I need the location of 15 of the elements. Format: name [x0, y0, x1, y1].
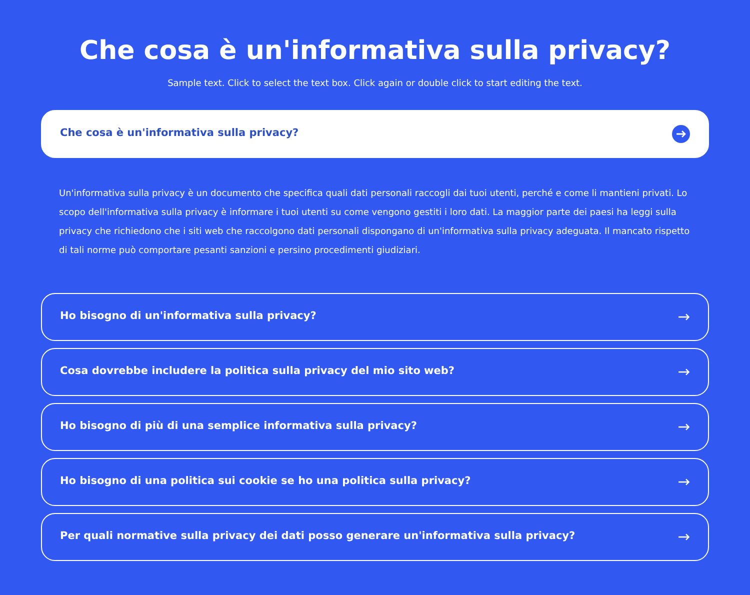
faq-question[interactable]: Per quali normative sulla privacy dei dati posso generare un'informativa sulla privacy?	[41, 512, 709, 560]
page-title: Che cosa è un'informativa sulla privacy?	[80, 35, 670, 68]
faq-answer: Un'informativa sulla privacy è un documento che specifica quali dati personali raccogli dai tuoi utenti, perché e come li mantieni privati. Lo scopo dell'informativa sulla privacy è informare i tuoi utenti su come vengono gestiti i loro dati. La maggior parte dei paesi ha leggi sulla privacy che richiedono che i siti web che raccolgono dati personali dispongano di un'informativa sulla privacy adeguata. Il mancato rispetto di tali norme può comportare pesanti sanzioni e persino procedimenti giudiziari.	[58, 188, 691, 258]
faq-question[interactable]: Ho bisogno di una politica sui cookie se ho una politica sulla privacy?	[41, 458, 709, 506]
faq-question[interactable]: Che cosa è un'informativa sulla privacy?	[41, 110, 709, 158]
faq-question[interactable]: Ho bisogno di un'informativa sulla privacy?	[41, 292, 709, 340]
arrow-icon	[678, 422, 690, 430]
arrow-icon	[678, 368, 690, 376]
faq-question[interactable]: Cosa dovrebbe includere la politica sulla privacy del mio sito web?	[41, 348, 709, 396]
faq-question[interactable]: Ho bisogno di più di una semplice informativa sulla privacy?	[41, 402, 709, 450]
subtitle: Sample text. Click to select the text box. Click again or double click to start editing the text.	[168, 78, 582, 91]
arrow-circle-icon	[672, 124, 690, 142]
arrow-icon	[678, 312, 690, 320]
arrow-icon	[678, 478, 690, 486]
arrow-icon	[678, 532, 690, 540]
